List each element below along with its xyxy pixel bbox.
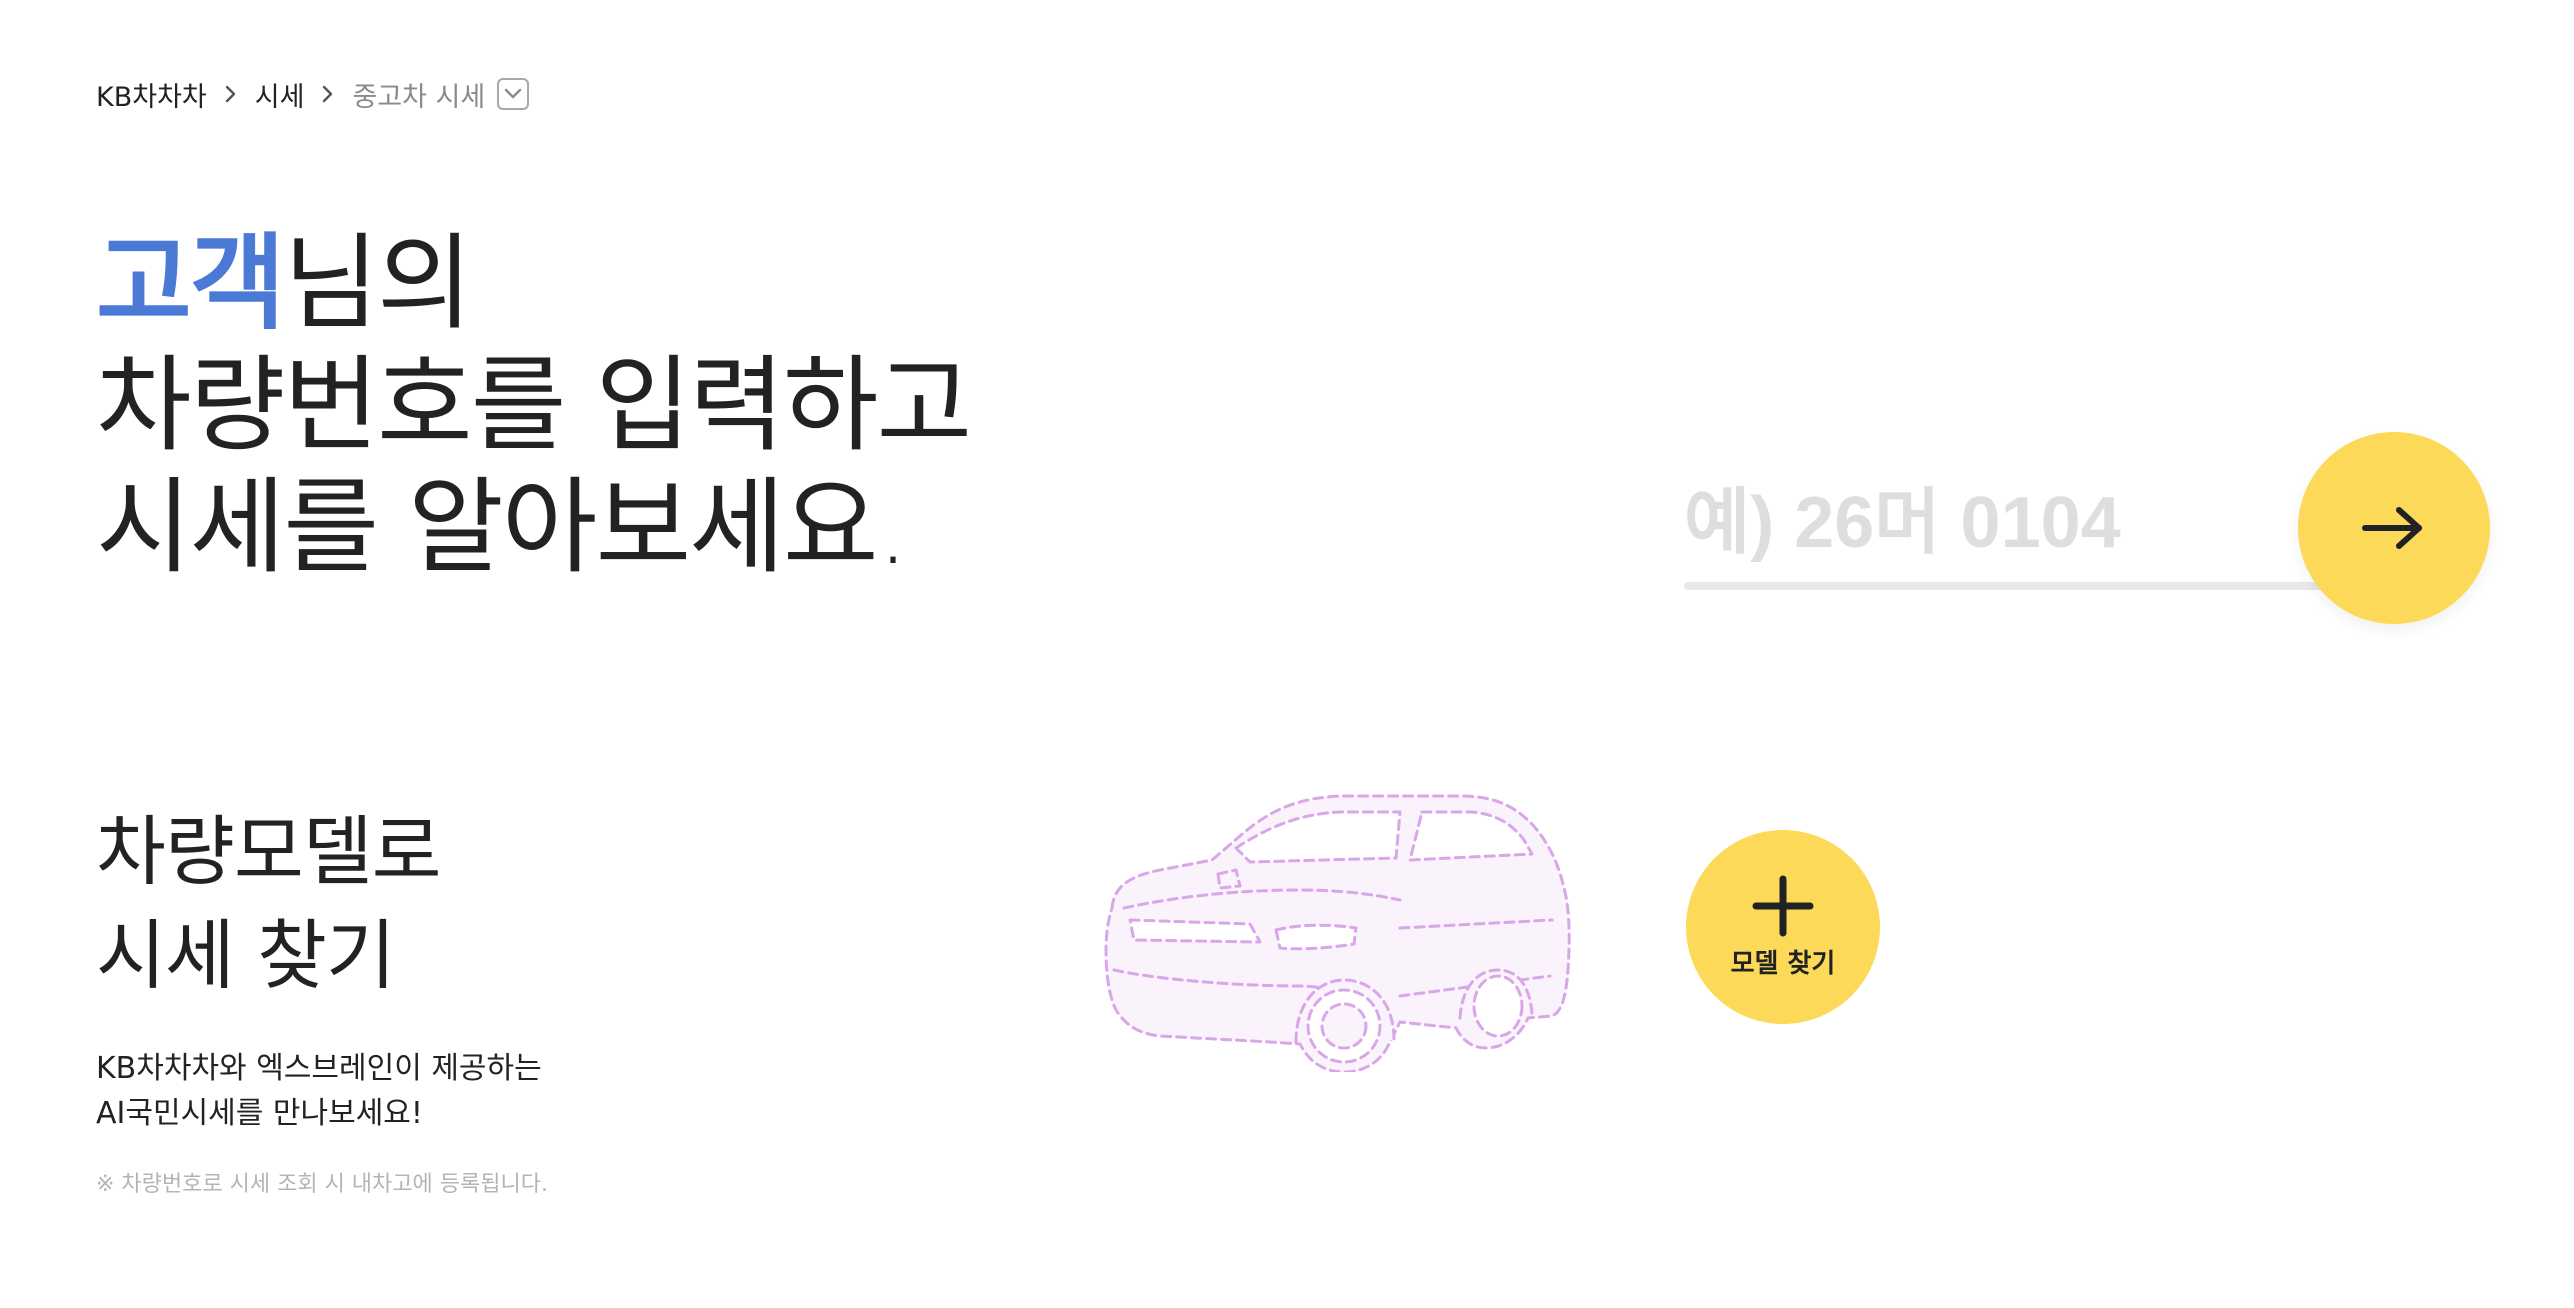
chevron-right-icon [304, 84, 352, 104]
page-headline: 고객님의 차량번호를 입력하고 시세를 알아보세요. [96, 222, 972, 588]
model-search-title-line-2: 시세 찾기 [96, 911, 396, 1000]
model-search-title: 차량모델로 시세 찾기 [96, 800, 442, 1008]
model-search-title-line-1: 차량모델로 [96, 807, 442, 896]
plate-number-input[interactable] [1684, 468, 2324, 578]
registration-notice: ※ 차량번호로 시세 조회 시 내차고에 등록됩니다. [96, 1172, 548, 1197]
model-search-description: KB차차차와 엑스브레인이 제공하는 AI국민시세를 만나보세요! [96, 1046, 542, 1136]
arrow-right-icon [2362, 507, 2422, 549]
car-outline-illustration [1104, 794, 1571, 1072]
breadcrumb: KB차차차 시세 중고차 시세 [96, 70, 530, 118]
breadcrumb-section[interactable]: 시세 [255, 75, 305, 114]
chevron-down-icon [505, 88, 522, 99]
headline-line-1-rest: 님의 [283, 222, 472, 344]
chevron-right-icon [207, 84, 255, 104]
plus-icon [1752, 875, 1814, 936]
headline-line-1: 고객님의 [96, 222, 970, 344]
description-line-2: AI국민시세를 만나보세요! [96, 1096, 423, 1131]
headline-highlight: 고객 [96, 222, 285, 344]
description-line-1: KB차차차와 엑스브레인이 제공하는 [96, 1051, 542, 1086]
plate-submit-button[interactable] [2298, 432, 2490, 624]
breadcrumb-current: 중고차 시세 [352, 81, 486, 113]
model-search-button[interactable]: 모델 찾기 [1686, 830, 1880, 1024]
breadcrumb-home[interactable]: KB차차차 [96, 75, 207, 114]
model-search-button-label: 모델 찾기 [1730, 948, 1836, 979]
headline-line-2: 차량번호를 입력하고 [96, 344, 972, 466]
breadcrumb-dropdown-button[interactable] [497, 78, 530, 110]
headline-line-3: 시세를 알아보세요. [96, 466, 910, 588]
